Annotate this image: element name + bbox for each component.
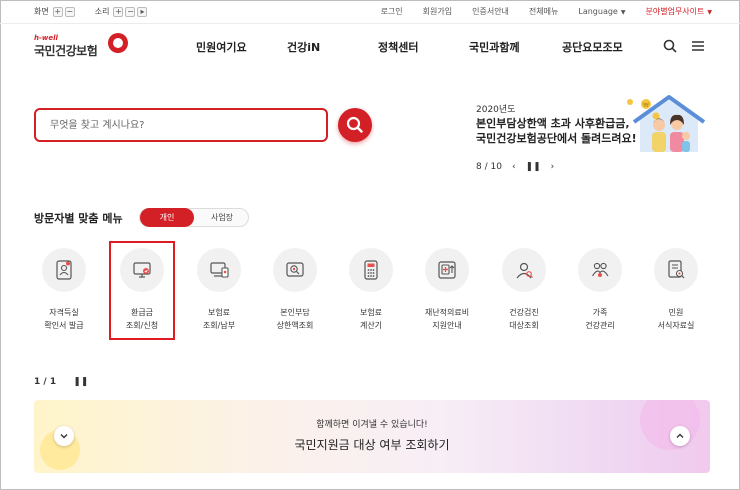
menu-item-qualification-cert[interactable]: 자격득실 확인서 발급 (34, 248, 94, 338)
menu-icon-circle (197, 248, 241, 292)
site-logo[interactable]: h-well 국민건강보험 (34, 33, 134, 62)
svg-text:₩: ₩ (643, 102, 649, 109)
prev-arrow-icon[interactable]: ‹ (512, 162, 516, 172)
banner-page-indicator: 8 / 10 (476, 162, 502, 172)
menu-item-premium-payment[interactable]: 보험료 조회/납부 (189, 248, 249, 338)
volume-down-button[interactable]: − (125, 6, 136, 17)
chevron-up-icon (676, 433, 684, 438)
family-icon (592, 262, 609, 277)
search-button[interactable] (338, 108, 372, 142)
nav-item-civil[interactable]: 민원여기요 (196, 39, 247, 55)
utility-bar: 화면 + − 소리 + − ▸ 로그인 회원가입 인증서안내 전체메뉴 Lang… (0, 0, 740, 24)
language-label: Language (578, 7, 618, 16)
search-box (34, 108, 328, 142)
nav-item-policy[interactable]: 정책센터 (378, 39, 418, 55)
accessibility-controls: 화면 + − 소리 + − ▸ (34, 6, 149, 17)
bottom-page-indicator: 1 / 1 (34, 377, 57, 387)
screen-size-label: 화면 (34, 7, 49, 16)
main-header: h-well 국민건강보험 민원여기요 건강iN 정책센터 국민과함께 공단요모… (0, 24, 740, 68)
menu-icon-circle (578, 248, 622, 292)
id-document-icon (56, 260, 72, 280)
search-icon (346, 116, 363, 133)
monitor-payment-icon (210, 262, 229, 278)
menu-item-label: 본인부담 상한액조회 (276, 308, 314, 330)
pause-icon[interactable]: ❚❚ (526, 162, 541, 172)
menu-item-checkup-target[interactable]: 건강검진 대상조회 (494, 248, 554, 338)
banner-subtitle: 함께하면 이겨낼 수 있습니다! (316, 420, 428, 430)
sound-label: 소리 (94, 7, 110, 16)
magnify-heart-icon (286, 262, 304, 277)
medical-support-icon (438, 261, 456, 279)
logo-name: 국민건강보험 (34, 44, 98, 58)
banner-year: 2020년도 (476, 105, 516, 115)
menu-item-family-health[interactable]: 가족 건강관리 (570, 248, 630, 338)
menu-item-label: 환급금 조회/신청 (125, 308, 159, 330)
signup-link[interactable]: 회원가입 (423, 6, 452, 17)
volume-up-button[interactable]: + (113, 6, 124, 17)
menu-item-label: 보험료 계산기 (359, 308, 383, 330)
zoom-out-button[interactable]: − (64, 6, 75, 17)
full-menu-link[interactable]: 전체메뉴 (529, 6, 558, 17)
menu-item-copay-limit[interactable]: 본인부담 상한액조회 (265, 248, 325, 338)
visitor-menu-title: 방문자별 맞춤 메뉴 (34, 212, 123, 225)
form-search-icon (668, 260, 685, 279)
menu-icon-circle (42, 248, 86, 292)
support-fund-banner[interactable]: 함께하면 이겨낼 수 있습니다! 국민지원금 대상 여부 조회하기 (34, 400, 710, 473)
utility-links: 로그인 회원가입 인증서안내 전체메뉴 Language ▼ 분야별업무사이트 ▼ (361, 6, 712, 17)
caret-down-icon: ▼ (620, 9, 626, 16)
nav-item-health-in[interactable]: 건강iN (287, 39, 320, 55)
menu-icon-circle (120, 248, 164, 292)
banner-pager: 8 / 10 ‹ ❚❚ › (476, 162, 554, 172)
pause-icon[interactable]: ❚❚ (73, 377, 88, 387)
menu-icon-circle (349, 248, 393, 292)
hamburger-menu-icon[interactable] (690, 38, 706, 54)
search-icon[interactable] (662, 38, 678, 54)
login-link[interactable]: 로그인 (381, 6, 403, 17)
nav-item-together[interactable]: 국민과함께 (469, 39, 520, 55)
partner-site-select[interactable]: 분야별업무사이트 ▼ (645, 6, 712, 17)
menu-item-label: 건강검진 대상조회 (509, 308, 539, 330)
sound-toggle-button[interactable]: ▸ (137, 6, 148, 17)
partner-site-label: 분야별업무사이트 (645, 7, 705, 16)
menu-icon-circle (654, 248, 698, 292)
menu-icon-circle (273, 248, 317, 292)
menu-item-premium-calculator[interactable]: 보험료 계산기 (341, 248, 401, 338)
family-illustration-icon: ₩ (627, 95, 706, 152)
search-input[interactable] (50, 117, 310, 133)
menu-item-civil-forms[interactable]: 민원 서식자료실 (646, 248, 706, 338)
logo-tagline: h-well (34, 34, 58, 42)
menu-item-label: 보험료 조회/납부 (202, 308, 236, 330)
scroll-down-button[interactable] (54, 426, 74, 446)
language-select[interactable]: Language ▼ (578, 7, 625, 16)
menu-item-label: 재난적의료비 지원안내 (424, 308, 470, 330)
caret-down-icon: ▼ (707, 9, 712, 16)
person-search-icon (516, 262, 533, 279)
menu-item-label: 가족 건강관리 (585, 308, 615, 330)
logo-mark-icon (108, 33, 128, 53)
menu-item-label: 자격득실 확인서 발급 (44, 308, 84, 330)
visitor-type-toggle: 개인 사업장 (139, 208, 249, 227)
menu-icon-circle (425, 248, 469, 292)
monitor-refund-icon (133, 262, 151, 278)
calculator-icon (364, 260, 378, 280)
menu-item-refund[interactable]: 환급금 조회/신청 (112, 248, 172, 338)
menu-item-catastrophic-medical[interactable]: 재난적의료비 지원안내 (417, 248, 477, 338)
chevron-down-icon (60, 434, 68, 439)
bottom-pager: 1 / 1 ❚❚ (34, 377, 88, 387)
scroll-up-button[interactable] (670, 426, 690, 446)
zoom-in-button[interactable]: + (52, 6, 63, 17)
menu-item-label: 민원 서식자료실 (657, 308, 695, 330)
tab-personal[interactable]: 개인 (140, 208, 194, 227)
tab-business[interactable]: 사업장 (196, 209, 248, 226)
next-arrow-icon[interactable]: › (551, 162, 555, 172)
menu-icon-circle (502, 248, 546, 292)
banner-headline: 국민지원금 대상 여부 조회하기 (294, 438, 450, 452)
nav-item-about[interactable]: 공단요모조모 (562, 39, 623, 55)
cert-guide-link[interactable]: 인증서안내 (472, 6, 509, 17)
